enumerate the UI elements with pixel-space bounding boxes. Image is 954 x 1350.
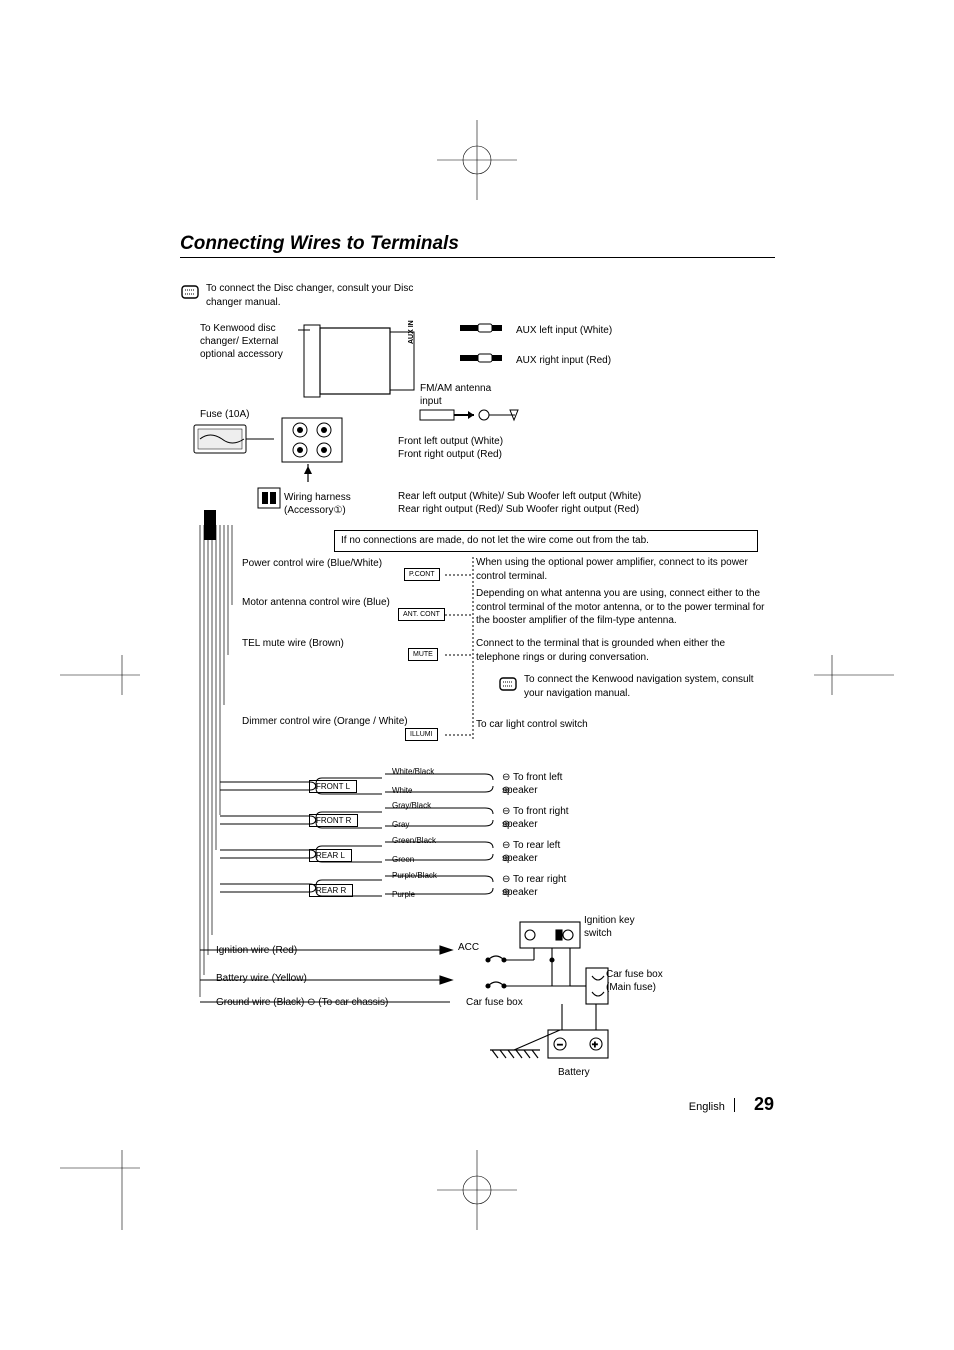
unit-graphic (180, 320, 780, 540)
pcont-box: P.CONT (404, 568, 440, 581)
to-rr: ⊖ To rear right speaker (502, 873, 582, 899)
nav-note: To connect the Kenwood navigation system… (524, 673, 754, 700)
intro-note: To connect the Disc changer, consult you… (206, 282, 426, 309)
crop-side-left (60, 655, 140, 695)
to-fl-plus: ⊕ (502, 784, 510, 797)
footer-lang: English (689, 1101, 725, 1113)
power-ctrl-label: Power control wire (Blue/White) (242, 557, 382, 570)
to-fr-plus: ⊕ (502, 818, 510, 831)
svg-text:+: + (592, 1040, 598, 1051)
to-rl: ⊖ To rear left speaker (502, 839, 582, 865)
speaker-wires (220, 768, 500, 908)
antcont-box: ANT. CONT (398, 608, 445, 621)
tel-mute-label: TEL mute wire (Brown) (242, 637, 344, 650)
svg-text:−: − (557, 1040, 563, 1051)
to-rr-plus: ⊕ (502, 886, 510, 899)
section-title: Connecting Wires to Terminals (180, 233, 459, 255)
page-number: 29 (754, 1094, 774, 1114)
dimmer-note: To car light control switch (476, 718, 588, 732)
antcont-note: Depending on what antenna you are using,… (476, 587, 768, 628)
to-fr: ⊖ To front right speaker (502, 805, 582, 831)
mute-note: Connect to the terminal that is grounded… (476, 637, 766, 664)
to-rl-plus: ⊕ (502, 852, 510, 865)
note-icon-nav (498, 676, 518, 692)
crop-side-right (814, 655, 894, 695)
page-footer: English 29 (689, 1094, 774, 1115)
illumi-box: ILLUMI (405, 728, 438, 741)
page: Connecting Wires to Terminals To connect… (0, 0, 954, 1350)
crop-corner-bl (60, 1150, 140, 1230)
crop-circle-top (437, 120, 517, 200)
power-circuit: −+ (200, 920, 660, 1080)
title-rule (180, 257, 775, 258)
to-fl: ⊖ To front left speaker (502, 771, 582, 797)
dashed-wire-outs (445, 555, 485, 750)
motor-ant-label: Motor antenna control wire (Blue) (242, 596, 390, 609)
dimmer-label: Dimmer control wire (Orange / White) (242, 715, 408, 728)
diagram-canvas: To connect the Disc changer, consult you… (180, 280, 780, 1090)
pcont-note: When using the optional power amplifier,… (476, 556, 756, 583)
crop-circle-bottom (437, 1150, 517, 1230)
footer-sep (734, 1098, 735, 1112)
note-icon (180, 284, 200, 300)
mute-box: MUTE (408, 648, 438, 661)
